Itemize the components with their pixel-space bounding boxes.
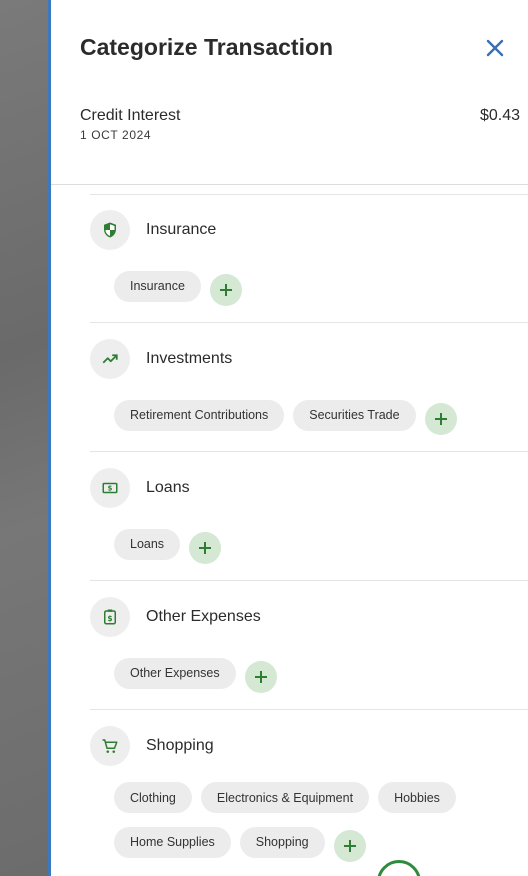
modal-backdrop[interactable]: [0, 0, 50, 876]
category-divider: [90, 709, 528, 710]
close-button[interactable]: [481, 34, 509, 62]
plus-icon: [219, 284, 232, 296]
receipt-dollar-icon: $: [90, 597, 130, 637]
category-divider: [90, 322, 528, 323]
transaction-date: 1 OCT 2024: [80, 128, 152, 142]
category-label: Shopping: [146, 737, 214, 754]
add-subcategory-button[interactable]: [189, 532, 222, 564]
header-divider: [51, 184, 528, 185]
category-label: Loans: [146, 479, 190, 496]
add-subcategory-button[interactable]: [244, 661, 277, 693]
chip-clothing[interactable]: Clothing: [114, 782, 192, 813]
plus-icon: [254, 671, 267, 683]
chip-electronics-equipment[interactable]: Electronics & Equipment: [200, 782, 370, 813]
chip-other-expenses[interactable]: Other Expenses: [114, 657, 236, 689]
page-title: Categorize Transaction: [80, 34, 334, 60]
chip-securities-trade[interactable]: Securities Trade: [293, 399, 416, 431]
list-divider: [90, 194, 528, 195]
svg-text:$: $: [107, 614, 112, 623]
chip-home-supplies[interactable]: Home Supplies: [114, 826, 231, 858]
chip-shopping[interactable]: Shopping: [239, 826, 325, 858]
add-subcategory-button[interactable]: [209, 274, 242, 306]
chip-retirement-contributions[interactable]: Retirement Contributions: [114, 399, 285, 431]
category-divider: [90, 451, 528, 452]
plus-icon: [199, 542, 212, 554]
add-subcategory-button[interactable]: [424, 403, 457, 435]
transaction-name: Credit Interest: [80, 107, 181, 124]
categorize-panel: Categorize Transaction Credit Interest 1…: [51, 0, 528, 876]
shield-icon: [90, 210, 130, 250]
svg-text:$: $: [108, 485, 113, 493]
category-divider: [90, 580, 528, 581]
loading-spinner: [377, 860, 421, 876]
chip-insurance[interactable]: Insurance: [114, 270, 201, 302]
shopping-cart-icon: [90, 726, 130, 766]
trending-up-icon: [90, 339, 130, 379]
category-label: Investments: [146, 350, 233, 367]
category-label: Other Expenses: [146, 608, 261, 625]
transaction-amount: $0.43: [479, 107, 520, 124]
plus-icon: [434, 413, 447, 425]
chip-loans[interactable]: Loans: [114, 528, 181, 560]
chip-hobbies[interactable]: Hobbies: [378, 782, 456, 813]
close-icon: [486, 39, 504, 57]
plus-icon: [343, 840, 356, 852]
add-subcategory-button[interactable]: [333, 830, 366, 862]
cash-icon: $: [90, 468, 130, 508]
category-label: Insurance: [146, 221, 217, 238]
